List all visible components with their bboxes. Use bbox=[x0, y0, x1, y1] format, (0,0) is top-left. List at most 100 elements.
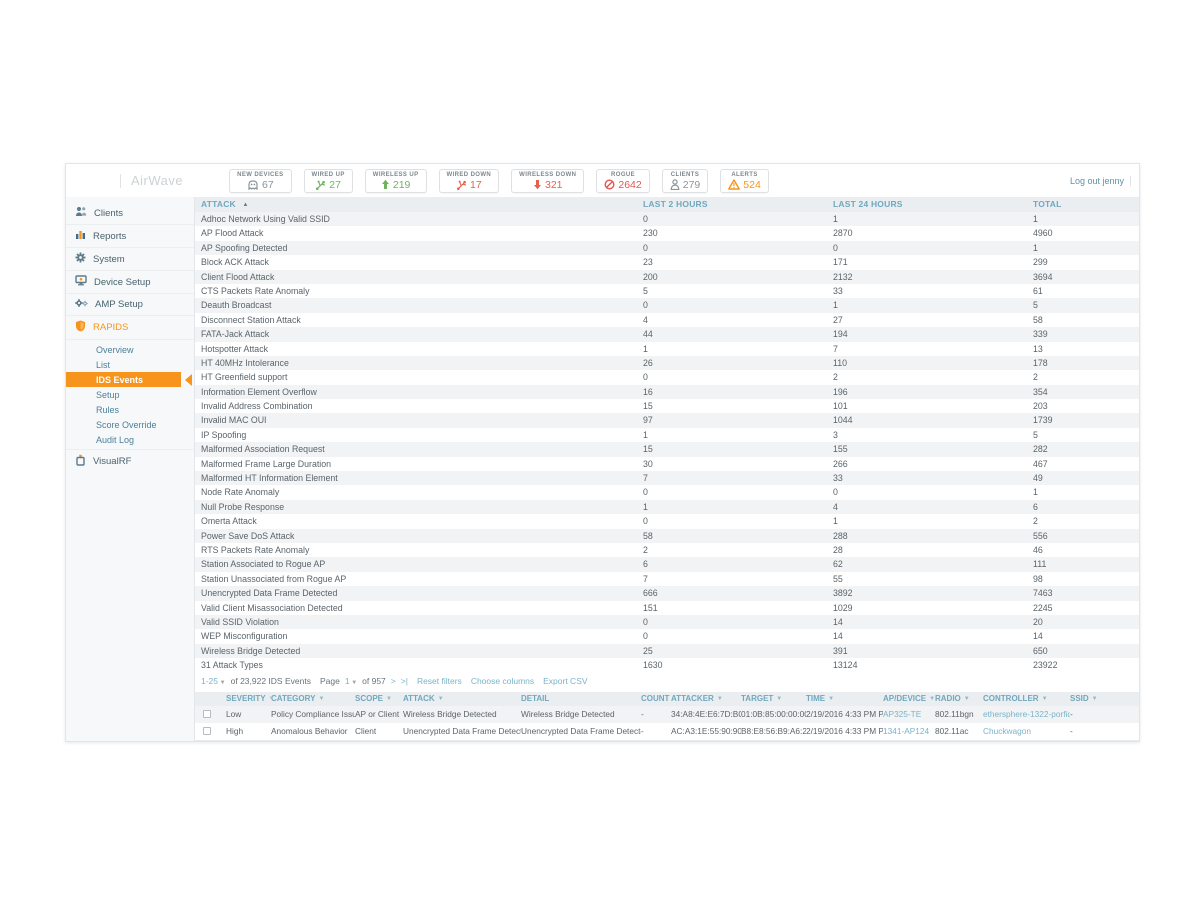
attack-table-row: Node Rate Anomaly001 bbox=[195, 485, 1139, 499]
stat-label: WIRED DOWN bbox=[447, 172, 492, 178]
filter-dropdown-icon[interactable]: ▼ bbox=[964, 696, 970, 702]
event-row: HighAnomalous BehaviorClientUnencrypted … bbox=[195, 723, 1139, 740]
wired-down-icon bbox=[456, 179, 467, 190]
sidebar-item-visualrf[interactable]: VisualRF bbox=[66, 449, 194, 473]
attack-table-row: Information Element Overflow16196354 bbox=[195, 385, 1139, 399]
category-cell: Policy Compliance Issue bbox=[271, 706, 355, 723]
cell: 0 bbox=[637, 370, 827, 384]
ap-device-link[interactable]: 1341-AP124 bbox=[883, 723, 935, 740]
attack-summary-table: ATTACK ▲LAST 2 HOURSLAST 24 HOURSTOTALAd… bbox=[195, 197, 1139, 673]
time-cell: 2/19/2016 4:33 PM PST bbox=[806, 723, 883, 740]
sidebar-item-device-setup[interactable]: Device Setup bbox=[66, 270, 194, 293]
page-number-select[interactable]: 1 ▼ bbox=[345, 676, 357, 686]
column-header-severity[interactable]: SEVERITY▼ bbox=[226, 692, 271, 706]
column-header-attacker[interactable]: ATTACKER▼ bbox=[671, 692, 741, 706]
stat-box-clients[interactable]: CLIENTS279 bbox=[662, 169, 709, 193]
filter-dropdown-icon[interactable]: ▼ bbox=[828, 696, 834, 702]
filter-dropdown-icon[interactable]: ▼ bbox=[776, 696, 782, 702]
sidebar-item-reports[interactable]: Reports bbox=[66, 224, 194, 247]
stat-number: 219 bbox=[393, 179, 411, 191]
checkbox-cell bbox=[195, 723, 226, 740]
cell: 1 bbox=[1027, 485, 1139, 499]
new-devices-icon bbox=[247, 180, 259, 190]
stat-box-wireless-down[interactable]: WIRELESS DOWN321 bbox=[511, 169, 584, 193]
column-header-radio[interactable]: RADIO▼ bbox=[935, 692, 983, 706]
filter-dropdown-icon[interactable]: ▼ bbox=[717, 696, 723, 702]
column-header-attack[interactable]: ATTACK▼ bbox=[403, 692, 521, 706]
stat-box-alerts[interactable]: ALERTS524 bbox=[720, 169, 769, 193]
row-checkbox[interactable] bbox=[203, 710, 211, 718]
ap-device-link[interactable]: AP325-TE bbox=[883, 706, 935, 723]
sidebar-subitem-score-override[interactable]: Score Override bbox=[66, 417, 194, 432]
sidebar-item-clients[interactable]: Clients bbox=[66, 202, 194, 224]
sidebar-subitem-ids-events[interactable]: IDS Events bbox=[66, 372, 181, 387]
attack-table-row: Invalid Address Combination15101203 bbox=[195, 399, 1139, 413]
logout-area: Log out jenny bbox=[1070, 176, 1131, 186]
cell: CTS Packets Rate Anomaly bbox=[195, 284, 637, 298]
column-header-count[interactable]: COUNT bbox=[641, 692, 671, 706]
filter-dropdown-icon[interactable]: ▼ bbox=[1092, 696, 1098, 702]
sidebar-subitem-rules[interactable]: Rules bbox=[66, 402, 194, 417]
column-header-last-2-hours[interactable]: LAST 2 HOURS bbox=[637, 197, 827, 212]
stat-box-new-devices[interactable]: NEW DEVICES67 bbox=[229, 169, 291, 193]
column-header-time[interactable]: TIME▼ bbox=[806, 692, 883, 706]
cell: 61 bbox=[1027, 284, 1139, 298]
logout-link[interactable]: Log out jenny bbox=[1070, 176, 1124, 186]
column-header-ap-device[interactable]: AP/DEVICE▼ bbox=[883, 692, 935, 706]
sidebar-item-system[interactable]: System bbox=[66, 247, 194, 270]
column-header-category[interactable]: CATEGORY▼ bbox=[271, 692, 355, 706]
reset-filters-link[interactable]: Reset filters bbox=[417, 676, 462, 686]
column-header-last-24-hours[interactable]: LAST 24 HOURS bbox=[827, 197, 1027, 212]
column-header-ssid[interactable]: SSID▼ bbox=[1070, 692, 1139, 706]
count-cell: - bbox=[641, 723, 671, 740]
cell: 14 bbox=[827, 629, 1027, 643]
cell: 556 bbox=[1027, 529, 1139, 543]
export-csv-link[interactable]: Export CSV bbox=[543, 676, 587, 686]
column-header-controller[interactable]: CONTROLLER▼ bbox=[983, 692, 1070, 706]
stat-box-wired-down[interactable]: WIRED DOWN17 bbox=[439, 169, 500, 193]
page: AirWave NEW DEVICES67WIRED UP27WIRELESS … bbox=[0, 0, 1200, 900]
filter-dropdown-icon[interactable]: ▼ bbox=[386, 696, 392, 702]
stat-box-wired-up[interactable]: WIRED UP27 bbox=[304, 169, 353, 193]
column-header-detail[interactable]: DETAIL bbox=[521, 692, 641, 706]
rogue-icon bbox=[604, 179, 615, 190]
stat-box-wireless-up[interactable]: WIRELESS UP219 bbox=[365, 169, 427, 193]
cell: 49 bbox=[1027, 471, 1139, 485]
next-page-button[interactable]: > bbox=[391, 676, 396, 686]
stat-label: WIRED UP bbox=[312, 172, 345, 178]
cell: Client Flood Attack bbox=[195, 270, 637, 284]
page-size-select[interactable]: 1-25 ▼ bbox=[201, 676, 226, 686]
attacker-cell: AC:A3:1E:55:90:90 bbox=[671, 723, 741, 740]
column-header-scope[interactable]: SCOPE▼ bbox=[355, 692, 403, 706]
controller-link[interactable]: Chuckwagon bbox=[983, 723, 1070, 740]
attack-table-row: Valid Client Misassociation Detected1511… bbox=[195, 601, 1139, 615]
cell: Station Unassociated from Rogue AP bbox=[195, 572, 637, 586]
filter-dropdown-icon[interactable]: ▼ bbox=[438, 696, 444, 702]
cell: 3892 bbox=[827, 586, 1027, 600]
cell: 194 bbox=[827, 327, 1027, 341]
cell: 467 bbox=[1027, 457, 1139, 471]
wired-up-icon bbox=[315, 179, 326, 190]
sidebar-subitem-list[interactable]: List bbox=[66, 357, 194, 372]
sidebar-item-rapids[interactable]: RAPIDS bbox=[66, 315, 194, 339]
sidebar-subitem-setup[interactable]: Setup bbox=[66, 387, 194, 402]
attack-table-row: Adhoc Network Using Valid SSID011 bbox=[195, 212, 1139, 226]
sidebar-subitem-audit-log[interactable]: Audit Log bbox=[66, 432, 194, 447]
stat-label: ALERTS bbox=[728, 172, 761, 178]
records-total-label: of 23,922 IDS Events bbox=[231, 676, 311, 686]
stat-box-rogue[interactable]: ROGUE2642 bbox=[596, 169, 649, 193]
sidebar-subitem-overview[interactable]: Overview bbox=[66, 342, 194, 357]
choose-columns-link[interactable]: Choose columns bbox=[471, 676, 534, 686]
filter-dropdown-icon[interactable]: ▼ bbox=[318, 696, 324, 702]
last-page-button[interactable]: >| bbox=[401, 676, 408, 686]
cell: Valid SSID Violation bbox=[195, 615, 637, 629]
row-checkbox[interactable] bbox=[203, 727, 211, 735]
cell: Valid Client Misassociation Detected bbox=[195, 601, 637, 615]
filter-dropdown-icon[interactable]: ▼ bbox=[1042, 696, 1048, 702]
column-header-target[interactable]: TARGET▼ bbox=[741, 692, 806, 706]
cell: AP Spoofing Detected bbox=[195, 241, 637, 255]
controller-link[interactable]: ethersphere-1322-porfidio bbox=[983, 706, 1070, 723]
column-header-attack[interactable]: ATTACK ▲ bbox=[195, 197, 637, 212]
column-header-total[interactable]: TOTAL bbox=[1027, 197, 1139, 212]
sidebar-item-amp-setup[interactable]: AMP Setup bbox=[66, 293, 194, 315]
